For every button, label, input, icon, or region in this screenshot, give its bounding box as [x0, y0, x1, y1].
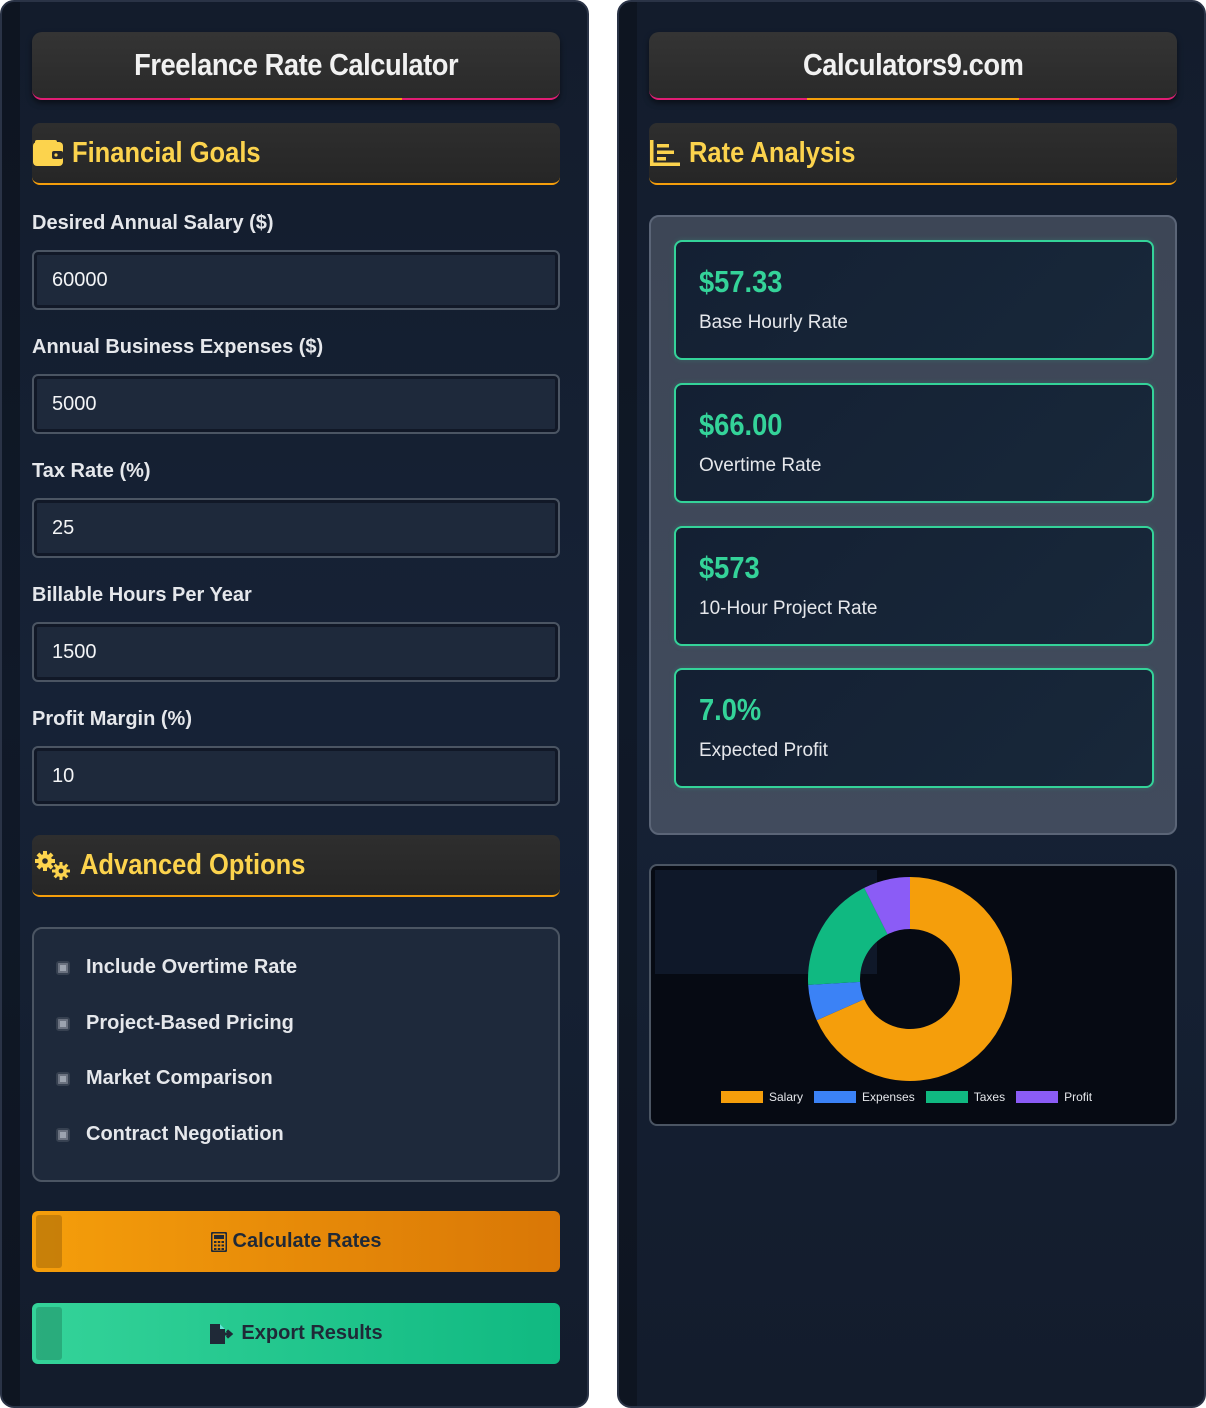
result-label: Overtime Rate — [699, 455, 822, 476]
financial-goals-header: Financial Goals — [32, 123, 560, 185]
billable-hours-label: Billable Hours Per Year — [32, 584, 252, 606]
option-label: Market Comparison — [86, 1067, 273, 1089]
legend-label: Salary — [769, 1090, 804, 1104]
result-value: $57.33 — [699, 264, 783, 299]
analysis-panel: Calculators9.com Rate Analysis $57.33 Ba… — [617, 0, 1206, 1408]
legend-item-taxes[interactable]: Taxes — [925, 1090, 1006, 1104]
donut-chart — [808, 877, 1012, 1081]
export-results-button[interactable]: Export Results — [32, 1303, 560, 1364]
legend-swatch — [814, 1091, 857, 1103]
calculate-rates-button[interactable]: Calculate Rates — [32, 1211, 560, 1272]
calculator-title: Freelance Rate Calculator — [133, 47, 459, 82]
result-label: Base Hourly Rate — [699, 312, 848, 333]
financial-goals-title: Financial Goals — [72, 136, 261, 169]
site-title-bar: Calculators9.com — [649, 32, 1177, 100]
legend-item-profit[interactable]: Profit — [1016, 1090, 1092, 1104]
option-market-comparison[interactable]: Market Comparison — [56, 1067, 273, 1090]
option-label: Contract Negotiation — [86, 1123, 284, 1145]
profit-margin-input[interactable] — [32, 746, 560, 806]
calculator-panel: Freelance Rate Calculator Financial Goal… — [0, 0, 589, 1408]
calculator-icon — [210, 1231, 227, 1252]
rate-analysis-title: Rate Analysis — [689, 136, 856, 169]
tax-rate-input[interactable] — [32, 498, 560, 558]
rate-analysis-header: Rate Analysis — [649, 123, 1177, 185]
export-results-label: Export Results — [241, 1322, 383, 1344]
calculator-title-bar: Freelance Rate Calculator — [32, 32, 560, 100]
option-contract-negotiation[interactable]: Contract Negotiation — [56, 1123, 284, 1146]
market-comparison-checkbox[interactable] — [56, 1071, 70, 1086]
chart-legend: Salary Expenses Taxes Profit — [721, 1090, 1103, 1104]
advanced-options-header: Advanced Options — [32, 835, 560, 897]
overtime-checkbox[interactable] — [56, 960, 70, 975]
advanced-options-title: Advanced Options — [80, 848, 306, 881]
legend-label: Taxes — [973, 1090, 1006, 1104]
site-title: Calculators9.com — [802, 47, 1024, 82]
option-overtime[interactable]: Include Overtime Rate — [56, 956, 297, 979]
gears-icon — [32, 849, 72, 881]
result-label: 10-Hour Project Rate — [699, 598, 878, 619]
legend-item-salary[interactable]: Salary — [721, 1090, 803, 1104]
legend-swatch — [721, 1091, 763, 1103]
legend-swatch — [925, 1091, 968, 1103]
cost-breakdown-chart: Salary Expenses Taxes Profit — [649, 864, 1177, 1126]
contract-negotiation-checkbox[interactable] — [56, 1127, 70, 1142]
profit-margin-label: Profit Margin (%) — [32, 708, 192, 730]
result-card-expected-profit: 7.0% Expected Profit — [674, 668, 1154, 788]
result-card-overtime: $66.00 Overtime Rate — [674, 383, 1154, 503]
advanced-options-list: Include Overtime Rate Project-Based Pric… — [32, 927, 560, 1182]
option-project-pricing[interactable]: Project-Based Pricing — [56, 1012, 294, 1035]
results-container: $57.33 Base Hourly Rate $66.00 Overtime … — [649, 215, 1177, 835]
legend-item-expenses[interactable]: Expenses — [814, 1090, 915, 1104]
result-value: $66.00 — [699, 407, 783, 442]
legend-label: Profit — [1064, 1090, 1093, 1104]
project-pricing-checkbox[interactable] — [56, 1016, 70, 1031]
legend-label: Expenses — [862, 1090, 915, 1104]
legend-swatch — [1016, 1091, 1059, 1103]
result-value: $573 — [699, 550, 760, 585]
billable-hours-input[interactable] — [32, 622, 560, 682]
result-card-base-hourly: $57.33 Base Hourly Rate — [674, 240, 1154, 360]
wallet-icon — [32, 137, 64, 169]
chart-bar-icon — [649, 137, 681, 169]
expenses-label: Annual Business Expenses ($) — [32, 336, 324, 358]
option-label: Project-Based Pricing — [86, 1012, 294, 1034]
result-label: Expected Profit — [699, 740, 828, 761]
file-export-icon — [209, 1323, 235, 1345]
tax-rate-label: Tax Rate (%) — [32, 460, 151, 482]
salary-input[interactable] — [32, 250, 560, 310]
salary-label: Desired Annual Salary ($) — [32, 212, 274, 234]
option-label: Include Overtime Rate — [86, 956, 298, 978]
expenses-input[interactable] — [32, 374, 560, 434]
result-value: 7.0% — [699, 692, 762, 727]
calculate-rates-label: Calculate Rates — [232, 1230, 382, 1252]
result-card-project-rate: $573 10-Hour Project Rate — [674, 526, 1154, 646]
